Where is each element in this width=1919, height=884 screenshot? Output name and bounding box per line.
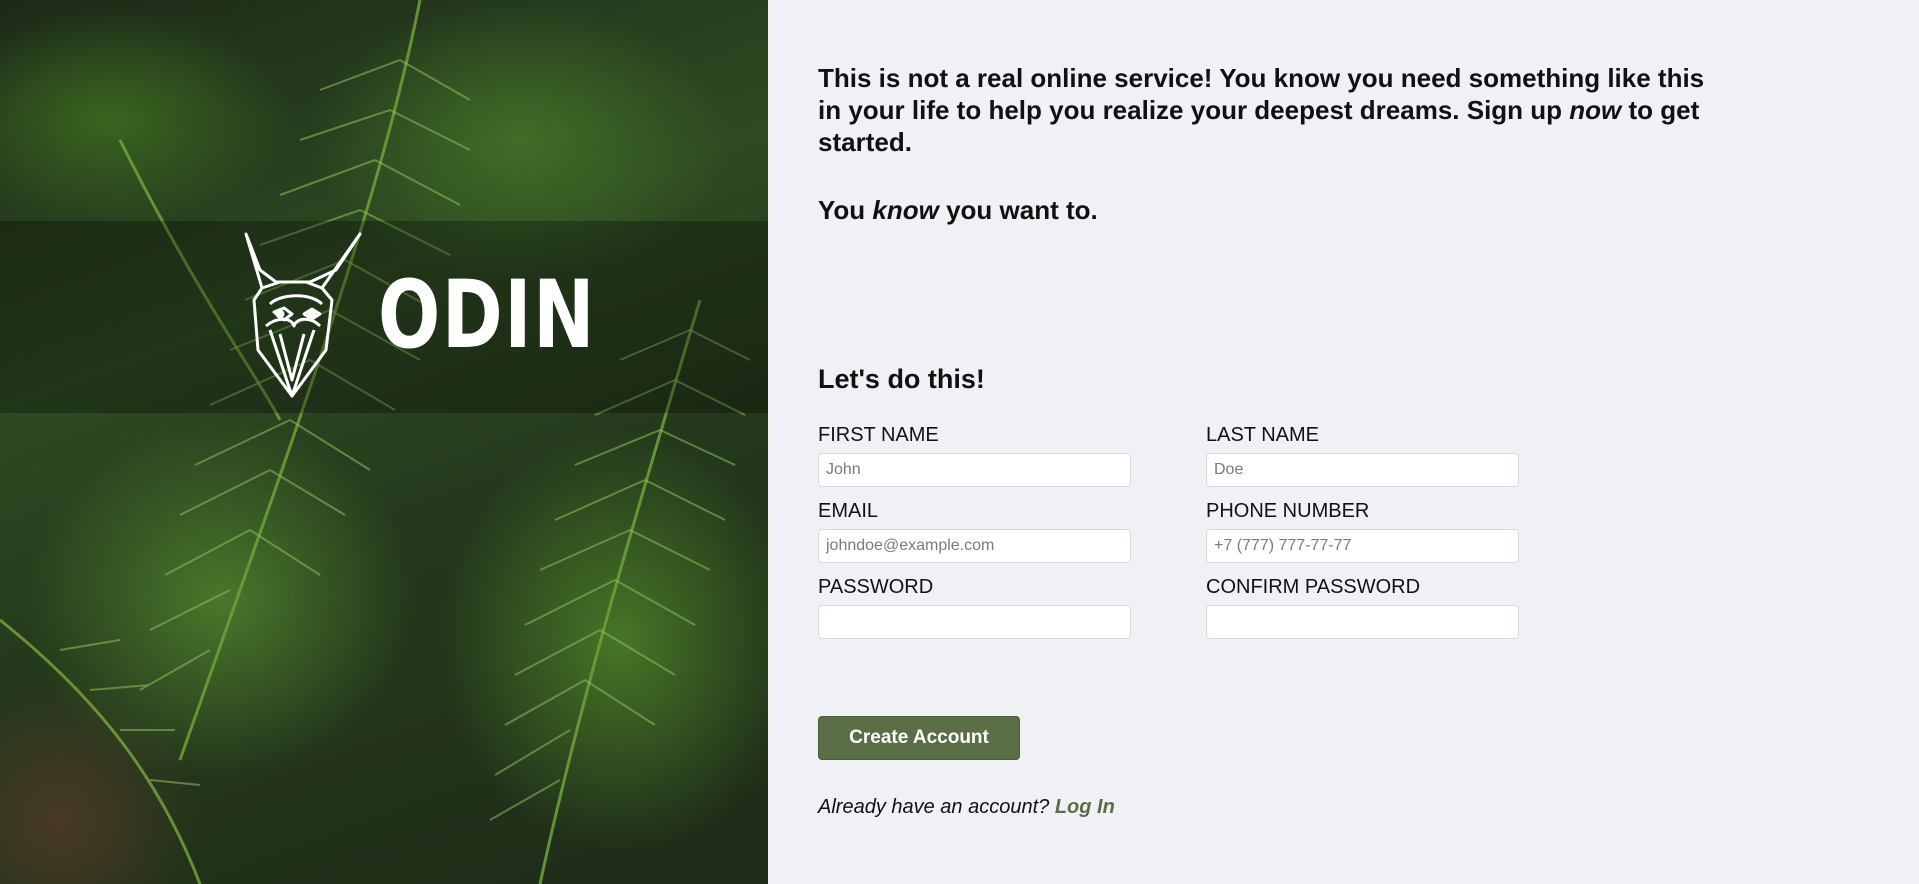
password-field-group: PASSWORD [818, 575, 1131, 639]
first-name-label: FIRST NAME [818, 424, 939, 446]
first-name-input[interactable] [818, 453, 1131, 487]
odin-viking-head-icon [244, 232, 362, 398]
intro-paragraph: This is not a real online service! You k… [818, 63, 1705, 157]
fern-background-image [0, 0, 751, 884]
first-name-field-group: FIRST NAME [818, 423, 1131, 487]
form-title: Let's do this! [818, 364, 985, 394]
hero-image: ODIN [0, 0, 768, 884]
create-account-button[interactable]: Create Account [818, 716, 1020, 760]
logo-wordmark: ODIN [378, 261, 597, 370]
phone-input[interactable] [1206, 529, 1519, 563]
login-prompt-text: Already have an account? [818, 796, 1055, 818]
logo: ODIN [240, 230, 658, 402]
signup-form: FIRST NAME LAST NAME EMAIL PHONE NUMBER … [818, 423, 1519, 639]
email-input[interactable] [818, 529, 1131, 563]
last-name-label: LAST NAME [1206, 424, 1319, 446]
login-prompt: Already have an account? Log In [818, 796, 1115, 819]
confirm-password-field-group: CONFIRM PASSWORD [1206, 575, 1519, 639]
last-name-field-group: LAST NAME [1206, 423, 1519, 487]
email-label: EMAIL [818, 500, 879, 522]
phone-label: PHONE NUMBER [1206, 500, 1370, 522]
phone-field-group: PHONE NUMBER [1206, 499, 1519, 563]
email-field-group: EMAIL [818, 499, 1131, 563]
last-name-input[interactable] [1206, 453, 1519, 487]
password-input[interactable] [818, 605, 1131, 639]
password-label: PASSWORD [818, 576, 934, 598]
intro-tagline: You know you want to. [818, 195, 1098, 225]
login-link[interactable]: Log In [1055, 796, 1115, 818]
intro-text: This is not a real online service! You k… [818, 62, 1718, 226]
confirm-password-label: CONFIRM PASSWORD [1206, 576, 1421, 598]
confirm-password-input[interactable] [1206, 605, 1519, 639]
